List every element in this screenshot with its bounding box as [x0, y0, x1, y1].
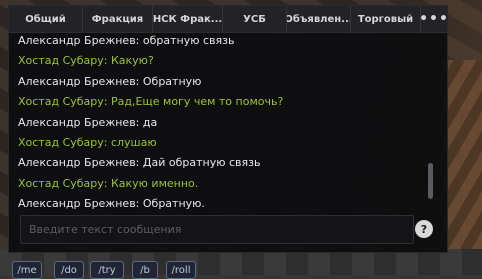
chat-message: Александр Брежнев: Обратную.	[18, 197, 205, 210]
chat-tabs: Общий Фракция НСК Фрак... УСБ Объявлен..…	[9, 6, 447, 33]
command-b-button[interactable]: /b	[132, 261, 158, 279]
chat-message: Хостад Субару: слушаю	[18, 136, 157, 149]
help-button[interactable]: ?	[415, 220, 433, 238]
command-do-button[interactable]: /do	[54, 261, 84, 279]
wooden-wall	[442, 60, 482, 275]
tab-faction[interactable]: Фракция	[83, 6, 153, 32]
chat-message: Александр Брежнев: Обратную	[18, 75, 202, 88]
command-roll-button[interactable]: /roll	[166, 261, 196, 279]
tab-usb[interactable]: УСБ	[223, 6, 287, 32]
chat-message-list: Александр Брежнев: обратную связь Хостад…	[18, 33, 433, 215]
more-tabs-button[interactable]: •••	[421, 6, 447, 32]
chat-message: Хостад Субару: Рад,Еще могу чем то помоч…	[18, 95, 284, 108]
chat-message: Александр Брежнев: да	[18, 116, 158, 129]
question-icon: ?	[420, 222, 428, 236]
message-input-box	[20, 215, 414, 244]
message-input[interactable]	[21, 216, 381, 243]
tab-ads[interactable]: Объявлен...	[287, 6, 351, 32]
chat-message: Хостад Субару: Какую именно.	[18, 177, 199, 190]
tab-general[interactable]: Общий	[9, 6, 83, 32]
command-me-button[interactable]: /me	[12, 261, 42, 279]
more-dots-icon: •••	[421, 11, 447, 27]
chat-scrollbar-thumb[interactable]	[428, 163, 433, 199]
chat-message: Александр Брежнев: обратную связь	[18, 34, 235, 47]
tab-nsk-faction[interactable]: НСК Фрак...	[153, 6, 223, 32]
chat-window: Общий Фракция НСК Фрак... УСБ Объявлен..…	[8, 5, 448, 253]
tab-trade[interactable]: Торговый	[351, 6, 421, 32]
command-try-button[interactable]: /try	[90, 261, 124, 279]
chat-message: Александр Брежнев: Дай обратную связь	[18, 156, 261, 169]
chat-message: Хостад Субару: Какую?	[18, 54, 154, 67]
